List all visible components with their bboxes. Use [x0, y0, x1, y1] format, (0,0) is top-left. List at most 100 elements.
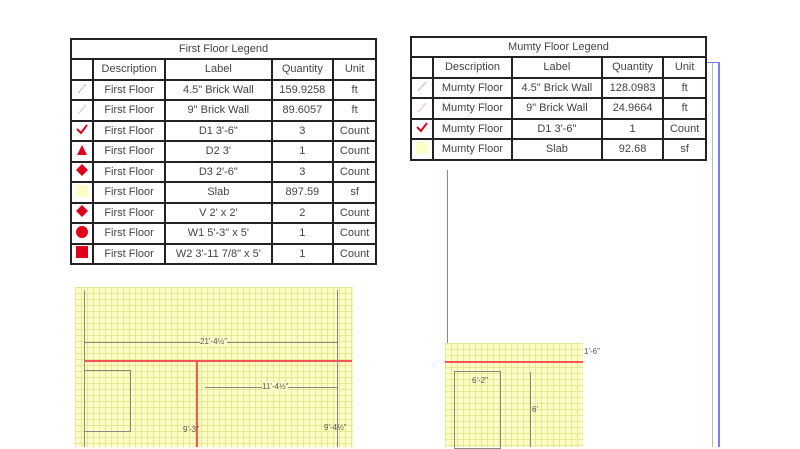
cell-quantity: 2 — [270, 201, 335, 224]
cell-label: Slab — [164, 181, 273, 204]
cell-unit: Count — [332, 222, 377, 245]
legend-row[interactable]: First Floor Slab 897.59 sf — [70, 181, 377, 204]
cell-label: D2 3' — [164, 140, 273, 163]
legend-row[interactable]: First Floor W1 5'-3" x 5' 1 Count — [70, 222, 377, 245]
legend-row[interactable]: First Floor D2 3' 1 Count — [70, 140, 377, 163]
cell-description: First Floor — [91, 222, 167, 245]
wall-line-gray-icon — [70, 78, 94, 101]
mumty-floor-legend-table: Mumty Floor Legend Description Label Qua… — [410, 36, 707, 161]
dimension-label: 6' — [532, 405, 538, 414]
dimension-label: 1'-6" — [584, 347, 600, 356]
wall-line-pink-icon — [410, 97, 434, 120]
cell-label: 4.5" Brick Wall — [510, 76, 603, 99]
cell-label: D3 2'-6" — [164, 160, 273, 183]
circle-icon — [70, 222, 94, 245]
stair-outline — [84, 370, 131, 432]
legend-row[interactable]: Mumty Floor 9" Brick Wall 24.9664 ft — [410, 97, 707, 120]
cell-quantity: 24.9664 — [600, 97, 665, 120]
cell-description: First Floor — [91, 78, 167, 101]
cell-quantity: 1 — [270, 140, 335, 163]
page-border — [447, 170, 448, 345]
cell-description: Mumty Floor — [432, 97, 513, 120]
dimension-label: 21'-4½" — [200, 337, 228, 346]
legend-row[interactable]: Mumty Floor D1 3'-6" 1 Count — [410, 117, 707, 140]
cell-label: D1 3'-6" — [510, 117, 603, 140]
legend-title: Mumty Floor Legend — [410, 36, 707, 58]
legend-row[interactable]: First Floor D1 3'-6" 3 Count — [70, 119, 377, 142]
cell-label: 4.5" Brick Wall — [164, 78, 273, 101]
header-description: Description — [91, 58, 167, 81]
cell-description: First Floor — [91, 140, 167, 163]
header-label: Label — [164, 58, 273, 81]
header-unit: Unit — [662, 56, 707, 79]
wall-red — [84, 360, 352, 362]
legend-row[interactable]: First Floor W2 3'-11 7/8" x 5' 1 Count — [70, 242, 377, 265]
cell-label: W1 5'-3" x 5' — [164, 222, 273, 245]
cell-unit: sf — [662, 138, 707, 161]
cell-label: V 2' x 2' — [164, 201, 273, 224]
header-quantity: Quantity — [600, 56, 665, 79]
cell-quantity: 89.6057 — [270, 99, 335, 122]
legend-row[interactable]: Mumty Floor Slab 92.68 sf — [410, 138, 707, 161]
cell-unit: Count — [332, 160, 377, 183]
header-description: Description — [432, 56, 513, 79]
cell-quantity: 1 — [270, 222, 335, 245]
cell-quantity: 3 — [270, 160, 335, 183]
page-border — [718, 62, 720, 447]
cell-unit: Count — [332, 119, 377, 142]
header-icon — [70, 58, 94, 81]
dimension-line — [530, 372, 531, 447]
cell-description: Mumty Floor — [432, 138, 513, 161]
square-icon — [70, 242, 94, 265]
cell-description: First Floor — [91, 119, 167, 142]
cell-quantity: 159.9258 — [270, 78, 335, 101]
cell-unit: ft — [332, 78, 377, 101]
dimension-label: 6'-2" — [472, 376, 488, 385]
slab-icon — [410, 138, 434, 161]
cell-unit: Count — [332, 140, 377, 163]
legend-row[interactable]: First Floor 4.5" Brick Wall 159.9258 ft — [70, 78, 377, 101]
cell-description: First Floor — [91, 201, 167, 224]
wall-line-pink-icon — [70, 99, 94, 122]
checkmark-icon — [410, 117, 434, 140]
cell-description: First Floor — [91, 160, 167, 183]
header-quantity: Quantity — [270, 58, 335, 81]
cell-description: Mumty Floor — [432, 117, 513, 140]
wall-red — [445, 361, 583, 363]
diamond-icon — [70, 201, 94, 224]
legend-row[interactable]: Mumty Floor 4.5" Brick Wall 128.0983 ft — [410, 76, 707, 99]
diamond-icon — [70, 160, 94, 183]
cell-description: First Floor — [91, 99, 167, 122]
legend-title: First Floor Legend — [70, 38, 377, 60]
legend-row[interactable]: First Floor V 2' x 2' 2 Count — [70, 201, 377, 224]
cell-label: 9" Brick Wall — [164, 99, 273, 122]
cell-unit: ft — [332, 99, 377, 122]
cell-description: First Floor — [91, 181, 167, 204]
triangle-icon — [70, 140, 94, 163]
wall-line-gray-icon — [410, 76, 434, 99]
cell-label: 9" Brick Wall — [510, 97, 603, 120]
cell-unit: Count — [332, 242, 377, 265]
cell-quantity: 128.0983 — [600, 76, 665, 99]
cell-quantity: 3 — [270, 119, 335, 142]
wall-red — [196, 362, 198, 447]
cell-quantity: 1 — [270, 242, 335, 265]
header-unit: Unit — [332, 58, 377, 81]
cell-unit: sf — [332, 181, 377, 204]
dimension-label: 9'-4½" — [324, 423, 347, 432]
first-floor-legend-table: First Floor Legend Description Label Qua… — [70, 38, 377, 265]
header-icon — [410, 56, 434, 79]
dimension-label: 9'-3" — [183, 425, 199, 434]
slab-icon — [70, 181, 94, 204]
cell-unit: Count — [662, 117, 707, 140]
cell-unit: ft — [662, 76, 707, 99]
legend-row[interactable]: First Floor 9" Brick Wall 89.6057 ft — [70, 99, 377, 122]
checkmark-icon — [70, 119, 94, 142]
cell-quantity: 897.59 — [270, 181, 335, 204]
cell-description: Mumty Floor — [432, 76, 513, 99]
legend-row[interactable]: First Floor D3 2'-6" 3 Count — [70, 160, 377, 183]
header-label: Label — [510, 56, 603, 79]
page-border — [712, 62, 713, 447]
cell-label: D1 3'-6" — [164, 119, 273, 142]
cell-label: W2 3'-11 7/8" x 5' — [164, 242, 273, 265]
